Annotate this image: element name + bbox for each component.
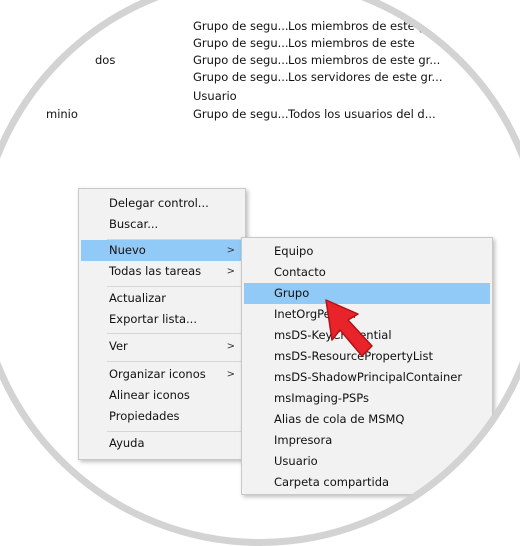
list-cell-type: Grupo de segu...	[193, 36, 289, 50]
list-cell-type: Grupo de segu...	[193, 107, 289, 121]
list-cell-description: Los miembros de este	[288, 36, 415, 50]
menu-separator	[107, 431, 241, 432]
menu-item-delegar-control[interactable]: Delegar control...	[81, 193, 243, 214]
list-row[interactable]: Grupo de segu... Los servidores de este …	[0, 69, 520, 86]
menu-item-label: Impresora	[274, 433, 333, 447]
submenu-item-carpeta-compartida[interactable]: Carpeta compartida	[244, 472, 490, 493]
chevron-right-icon: >	[226, 369, 235, 380]
menu-item-propiedades[interactable]: Propiedades	[81, 406, 243, 427]
red-arrow-pointer-icon	[325, 299, 373, 357]
menu-item-label: Carpeta compartida	[274, 475, 390, 489]
menu-item-label: Actualizar	[109, 291, 167, 305]
list-cell-description: Todos los usuarios del d...	[288, 107, 436, 121]
menu-item-nuevo[interactable]: Nuevo >	[81, 240, 243, 261]
list-cell-name: dos	[95, 53, 116, 67]
menu-item-label: Equipo	[274, 244, 314, 258]
context-menu: Delegar control... Buscar... Nuevo > Tod…	[78, 188, 246, 460]
list-cell-type: Usuario	[193, 89, 237, 103]
menu-item-todas-las-tareas[interactable]: Todas las tareas >	[81, 261, 243, 282]
menu-item-label: Propiedades	[109, 409, 180, 423]
menu-item-label: Alinear iconos	[109, 388, 190, 402]
submenu-item-alias-msmq[interactable]: Alias de cola de MSMQ	[244, 409, 490, 430]
menu-item-label: Exportar lista...	[109, 312, 197, 326]
submenu-item-msds-shadowprincipalcontainer[interactable]: msDS-ShadowPrincipalContainer	[244, 367, 490, 388]
submenu-item-impresora[interactable]: Impresora	[244, 430, 490, 451]
list-cell-name: minio	[46, 107, 78, 121]
list-row[interactable]: minio Grupo de segu... Todos los usuario…	[0, 106, 520, 123]
menu-item-label: Delegar control...	[109, 196, 209, 210]
menu-item-alinear-iconos[interactable]: Alinear iconos	[81, 385, 243, 406]
list-row[interactable]: Usuario	[0, 88, 520, 105]
menu-separator	[107, 361, 241, 362]
menu-item-label: Grupo	[274, 286, 310, 300]
menu-item-label: Usuario	[274, 454, 318, 468]
menu-item-ver[interactable]: Ver >	[81, 336, 243, 357]
menu-item-label: Alias de cola de MSMQ	[274, 412, 405, 426]
menu-item-label: Contacto	[274, 265, 326, 279]
menu-item-actualizar[interactable]: Actualizar	[81, 288, 243, 309]
menu-item-label: msImaging-PSPs	[274, 391, 370, 405]
submenu-item-contacto[interactable]: Contacto	[244, 262, 490, 283]
menu-separator	[107, 333, 241, 334]
list-row[interactable]: dos Grupo de segu... Los miembros de est…	[0, 52, 520, 69]
menu-separator	[107, 286, 241, 287]
menu-item-label: msDS-ShadowPrincipalContainer	[274, 370, 463, 384]
list-cell-type: Grupo de segu...	[193, 53, 289, 67]
menu-item-label: Ayuda	[109, 436, 145, 450]
list-row[interactable]: Grupo de segu... Los miembros de este gr…	[0, 18, 520, 35]
menu-item-label: Ver	[109, 339, 128, 353]
chevron-right-icon: >	[226, 245, 235, 256]
menu-item-label: Buscar...	[109, 217, 159, 231]
submenu-item-equipo[interactable]: Equipo	[244, 241, 490, 262]
submenu-nuevo: Equipo Contacto Grupo InetOrgPerson msDS…	[241, 237, 493, 495]
menu-item-organizar-iconos[interactable]: Organizar iconos >	[81, 364, 243, 385]
chevron-right-icon: >	[226, 266, 235, 277]
list-cell-description: Los servidores de este gr...	[288, 70, 443, 84]
list-cell-type: Grupo de segu...	[193, 19, 289, 33]
submenu-item-usuario[interactable]: Usuario	[244, 451, 490, 472]
list-row[interactable]: Grupo de segu... Los miembros de este	[0, 35, 520, 52]
submenu-item-msimaging-psps[interactable]: msImaging-PSPs	[244, 388, 490, 409]
menu-item-exportar-lista[interactable]: Exportar lista...	[81, 309, 243, 330]
menu-item-label: Nuevo	[109, 243, 146, 257]
menu-item-ayuda[interactable]: Ayuda	[81, 433, 243, 454]
menu-item-label: Todas las tareas	[109, 264, 202, 278]
list-cell-type: Grupo de segu...	[193, 70, 289, 84]
list-cell-description: Los miembros de este gr...	[288, 19, 441, 33]
chevron-right-icon: >	[226, 341, 235, 352]
list-cell-description: Los miembros de este gr...	[288, 53, 441, 67]
menu-item-buscar[interactable]: Buscar...	[81, 214, 243, 235]
menu-item-label: Organizar iconos	[109, 367, 206, 381]
